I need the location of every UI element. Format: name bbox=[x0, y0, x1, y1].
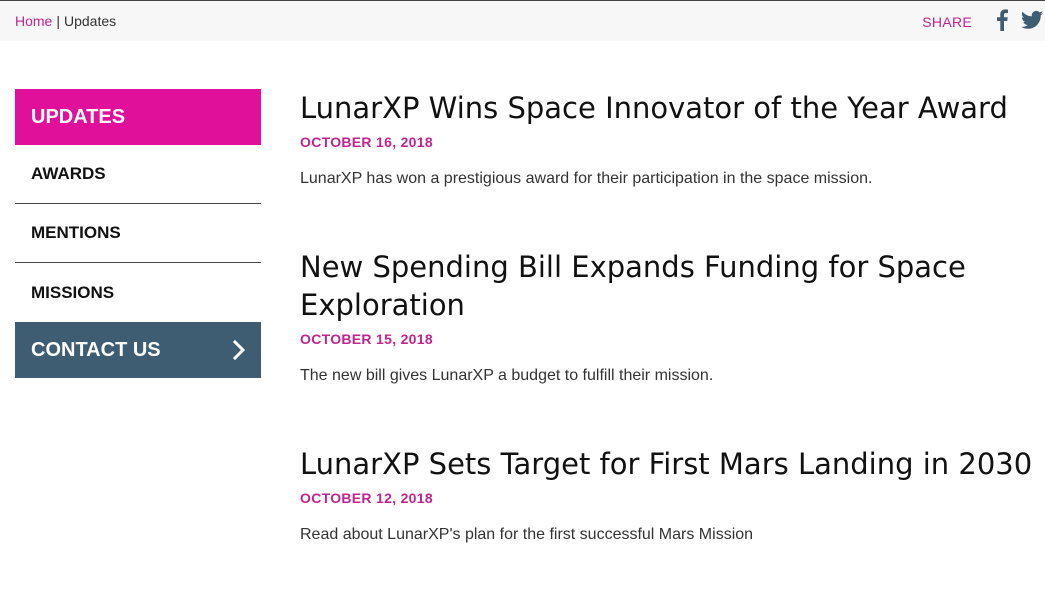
top-bar: Home | Updates SHARE bbox=[0, 0, 1045, 41]
sidebar-item-label: AWARDS bbox=[31, 164, 106, 183]
contact-us-button[interactable]: CONTACT US bbox=[15, 322, 261, 378]
breadcrumb-home-link[interactable]: Home bbox=[15, 13, 52, 29]
article-summary: LunarXP has won a prestigious award for … bbox=[300, 170, 873, 187]
contact-us-label: CONTACT US bbox=[31, 338, 161, 361]
article-title-link[interactable]: New Spending Bill Expands Funding for Sp… bbox=[300, 248, 1040, 324]
article-title-link[interactable]: LunarXP Wins Space Innovator of the Year… bbox=[300, 89, 1008, 127]
breadcrumb-separator: | bbox=[56, 13, 60, 29]
article-title-link[interactable]: LunarXP Sets Target for First Mars Landi… bbox=[300, 445, 1032, 483]
breadcrumb-current: Updates bbox=[64, 13, 117, 29]
sidebar-item-missions[interactable]: MISSIONS bbox=[15, 263, 261, 322]
article-summary: The new bill gives LunarXP a budget to f… bbox=[300, 367, 714, 384]
sidebar-item-label: MISSIONS bbox=[31, 282, 115, 302]
twitter-icon[interactable] bbox=[1021, 10, 1043, 30]
chevron-right-icon bbox=[232, 340, 246, 360]
article-date: OCTOBER 15, 2018 bbox=[300, 331, 433, 347]
sidebar-item-awards[interactable]: AWARDS bbox=[15, 145, 261, 204]
breadcrumb: Home | Updates bbox=[15, 13, 116, 29]
sidebar-item-label: MENTIONS bbox=[31, 223, 121, 242]
sidebar-item-mentions[interactable]: MENTIONS bbox=[15, 204, 261, 263]
article-item: LunarXP Sets Target for First Mars Landi… bbox=[300, 445, 1032, 544]
sidebar-item-updates[interactable]: UPDATES bbox=[15, 89, 261, 145]
article-summary: Read about LunarXP's plan for the first … bbox=[300, 526, 754, 543]
article-item: New Spending Bill Expands Funding for Sp… bbox=[300, 248, 1040, 385]
article-date: OCTOBER 16, 2018 bbox=[300, 134, 433, 150]
article-date: OCTOBER 12, 2018 bbox=[300, 490, 433, 506]
sidebar-nav: UPDATES AWARDS MENTIONS MISSIONS CONTACT… bbox=[15, 89, 261, 378]
share-label: SHARE bbox=[922, 14, 972, 30]
sidebar-item-label: UPDATES bbox=[31, 105, 126, 128]
article-item: LunarXP Wins Space Innovator of the Year… bbox=[300, 89, 1008, 188]
facebook-icon[interactable] bbox=[995, 9, 1009, 31]
